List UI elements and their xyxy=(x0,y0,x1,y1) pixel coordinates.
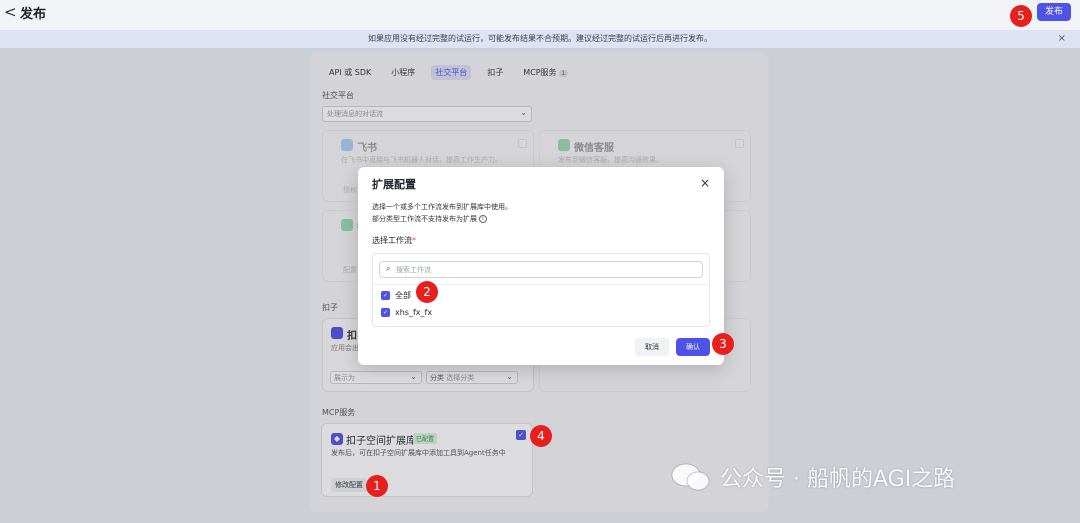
modal-desc-1: 选择一个或多个工作流发布到扩展库中使用。 xyxy=(372,203,512,211)
checkbox-checked-icon[interactable]: ✓ xyxy=(381,308,390,317)
wechat-logo-icon xyxy=(671,463,710,491)
close-icon[interactable]: × xyxy=(700,176,710,190)
cancel-button[interactable]: 取消 xyxy=(635,338,669,356)
page-title: 发布 xyxy=(20,7,47,22)
workflow-search-input[interactable] xyxy=(396,264,696,275)
info-icon[interactable]: i xyxy=(479,215,487,223)
watermark-text: 公众号 · 船帆的AGI之路 xyxy=(720,467,956,492)
search-icon: ⌕ xyxy=(386,264,391,273)
banner-close-icon[interactable]: × xyxy=(1058,30,1066,48)
confirm-button[interactable]: 确认 xyxy=(676,338,710,356)
top-bar: < 发布 发布 xyxy=(0,0,1080,30)
required-star: * xyxy=(412,236,416,245)
step-marker-3: 3 xyxy=(712,333,734,355)
option-workflow[interactable]: ✓ xhs_fx_fx xyxy=(381,308,432,317)
checkbox-checked-icon[interactable]: ✓ xyxy=(381,291,390,300)
back-arrow-icon[interactable]: < xyxy=(4,3,17,21)
workflow-label: 选择工作流* xyxy=(372,235,416,246)
modal-desc-2: 部分类型工作流不支持发布为扩展 i xyxy=(372,214,487,224)
step-marker-2: 2 xyxy=(416,281,438,303)
modal-title: 扩展配置 xyxy=(372,178,416,191)
banner-text: 如果应用没有经过完整的试运行，可能发布结果不合预期。建议经过完整的试运行后再进行… xyxy=(368,34,712,43)
warning-banner: 如果应用没有经过完整的试运行，可能发布结果不合预期。建议经过完整的试运行后再进行… xyxy=(0,30,1080,48)
step-marker-1: 1 xyxy=(366,475,388,497)
modal-desc-2-text: 部分类型工作流不支持发布为扩展 xyxy=(372,215,477,223)
option-all[interactable]: ✓ 全部 xyxy=(381,290,411,301)
extension-config-modal: 扩展配置 × 选择一个或多个工作流发布到扩展库中使用。 部分类型工作流不支持发布… xyxy=(358,167,724,365)
step-marker-5: 5 xyxy=(1010,5,1032,27)
workflow-label-text: 选择工作流 xyxy=(372,236,412,245)
workflow-search[interactable]: ⌕ xyxy=(379,261,703,278)
option-all-label: 全部 xyxy=(395,291,411,300)
option-workflow-label: xhs_fx_fx xyxy=(395,308,433,317)
publish-button[interactable]: 发布 xyxy=(1037,3,1071,21)
step-marker-4: 4 xyxy=(530,425,552,447)
